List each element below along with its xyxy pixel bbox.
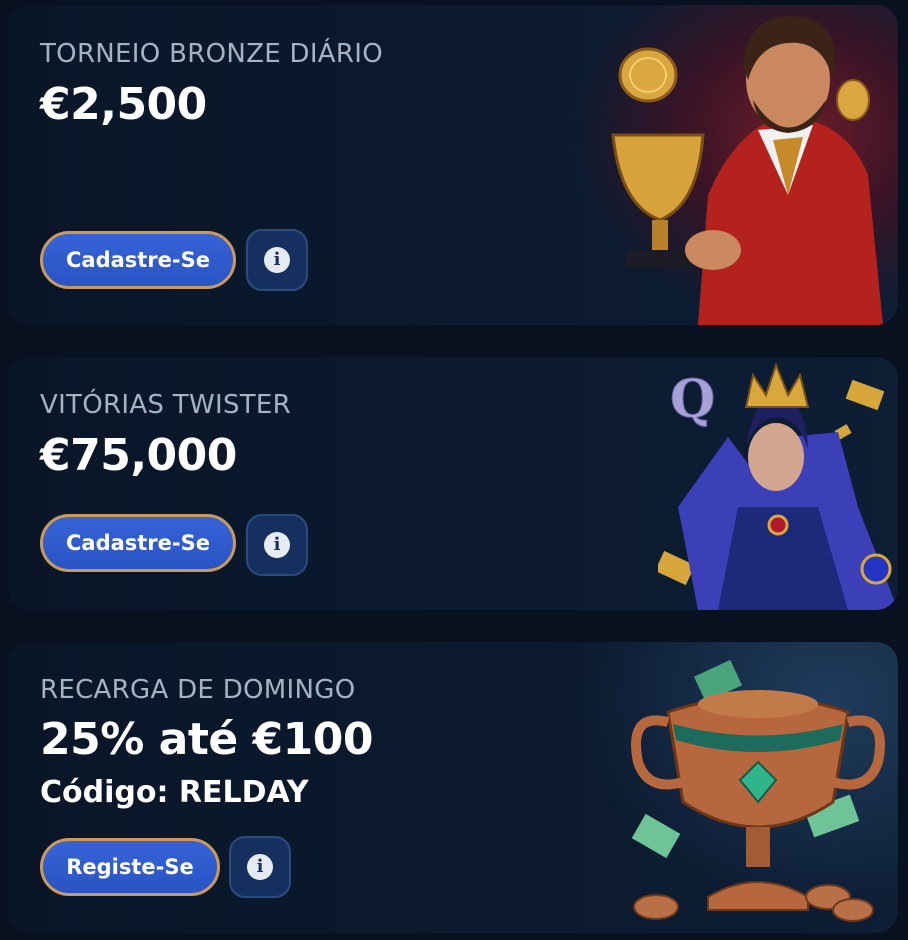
promo-card-twister: VITÓRIAS TWISTER €75,000 Cadastre-Se i Q	[8, 357, 898, 610]
coin-icon	[618, 47, 678, 103]
confetti-icon	[845, 379, 885, 411]
coin-icon	[832, 898, 874, 922]
register-button[interactable]: Cadastre-Se	[40, 514, 236, 572]
info-button[interactable]: i	[229, 836, 291, 898]
queen-card-letter: Q	[670, 369, 715, 430]
info-button[interactable]: i	[246, 514, 308, 576]
promo-amount: €2,500	[40, 79, 207, 130]
host-with-trophy-illustration	[611, 16, 883, 325]
promo-card-sunday-reload: RECARGA DE DOMINGO 25% até €100 Código: …	[8, 642, 898, 933]
info-button[interactable]: i	[246, 229, 308, 291]
coin-icon	[836, 79, 870, 121]
info-icon: i	[247, 854, 273, 880]
register-button[interactable]: Cadastre-Se	[40, 231, 236, 289]
promo-title: RECARGA DE DOMINGO	[40, 675, 356, 705]
info-icon: i	[264, 532, 290, 558]
promo-amount: €75,000	[40, 430, 237, 481]
promo-title: TORNEIO BRONZE DIÁRIO	[40, 39, 383, 69]
queen-illustration: Q	[658, 362, 898, 610]
trophy-cup-illustration	[631, 659, 885, 922]
promo-title: VITÓRIAS TWISTER	[40, 390, 292, 420]
promo-amount: 25% até €100	[40, 714, 373, 765]
promo-card-bronze: TORNEIO BRONZE DIÁRIO €2,500 Cadastre-Se…	[8, 5, 898, 325]
money-icon	[631, 813, 681, 859]
coin-icon	[633, 894, 679, 920]
promo-code: Código: RELDAY	[40, 775, 309, 810]
info-icon: i	[264, 247, 290, 273]
crown-icon	[744, 362, 810, 408]
register-button[interactable]: Registe-Se	[40, 838, 220, 896]
